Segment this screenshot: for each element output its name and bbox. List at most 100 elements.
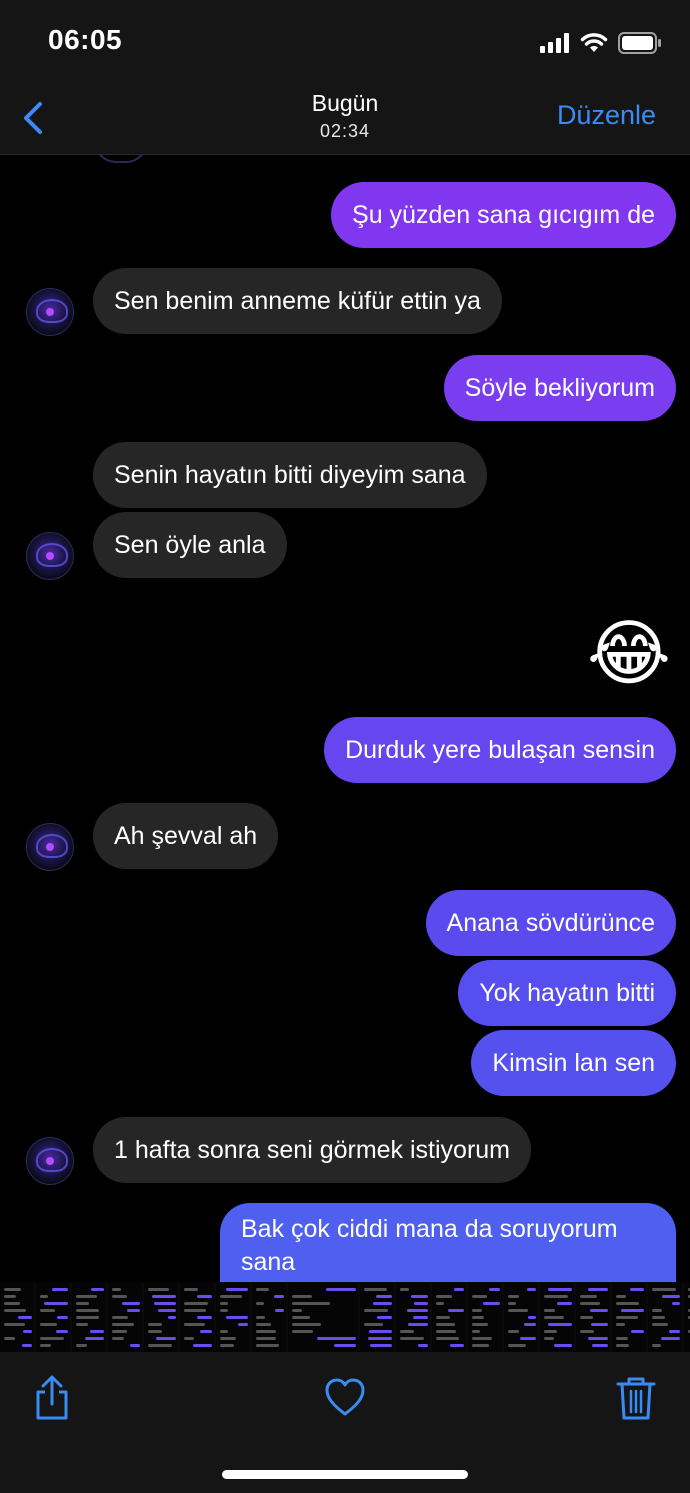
- thumbnail-line: [52, 1288, 68, 1291]
- thumbnail-line: [56, 1330, 68, 1333]
- battery-icon: [618, 32, 661, 54]
- thumbnail-line: [418, 1344, 428, 1347]
- laughing-emoji: 😂: [586, 614, 672, 694]
- thumbnail-line: [489, 1288, 500, 1291]
- thumbnail-line: [158, 1309, 176, 1312]
- thumbnail-line: [220, 1337, 236, 1340]
- thumbnail[interactable]: [648, 1282, 682, 1352]
- avatar: [26, 532, 74, 580]
- thumbnail-line: [370, 1344, 392, 1347]
- thumbnail[interactable]: [36, 1282, 70, 1352]
- thumbnail-strip[interactable]: [0, 1282, 690, 1352]
- thumbnail-line: [184, 1309, 206, 1312]
- thumbnail-line: [256, 1330, 276, 1333]
- share-icon[interactable]: [30, 1374, 74, 1422]
- thumbnail-line: [590, 1309, 608, 1312]
- thumbnail[interactable]: [612, 1282, 646, 1352]
- status-bar: 06:05: [0, 0, 690, 84]
- thumbnail[interactable]: [432, 1282, 466, 1352]
- thumbnail-line: [40, 1344, 51, 1347]
- thumbnail-line: [90, 1330, 104, 1333]
- thumbnail-line: [256, 1323, 271, 1326]
- thumbnail-line: [256, 1316, 265, 1319]
- thumbnail-line: [544, 1337, 554, 1340]
- thumbnail-line: [238, 1323, 248, 1326]
- thumbnail-line: [326, 1288, 356, 1291]
- home-indicator[interactable]: [222, 1470, 468, 1479]
- thumbnail[interactable]: [468, 1282, 502, 1352]
- thumbnail[interactable]: [144, 1282, 178, 1352]
- thumbnail[interactable]: [540, 1282, 574, 1352]
- edit-button[interactable]: Düzenle: [557, 100, 656, 131]
- thumbnail-line: [436, 1337, 459, 1340]
- message-outgoing: Şu yüzden sana gıcıgım de: [331, 182, 676, 248]
- thumbnail-line: [472, 1295, 487, 1298]
- thumbnail-line: [450, 1344, 464, 1347]
- thumbnail-line: [256, 1288, 269, 1291]
- thumbnail-line: [274, 1295, 284, 1298]
- thumbnail-line: [122, 1302, 140, 1305]
- thumbnail-line: [508, 1302, 516, 1305]
- thumbnail[interactable]: [0, 1282, 34, 1352]
- thumbnail-line: [508, 1309, 528, 1312]
- thumbnail-line: [152, 1295, 176, 1298]
- thumbnail[interactable]: [396, 1282, 430, 1352]
- thumbnail-line: [592, 1344, 608, 1347]
- thumbnail-line: [472, 1330, 480, 1333]
- thumbnail-line: [652, 1344, 661, 1347]
- thumbnail-line: [292, 1330, 313, 1333]
- wifi-icon: [580, 33, 608, 52]
- thumbnail-line: [220, 1309, 228, 1312]
- thumbnail[interactable]: [108, 1282, 142, 1352]
- message-incoming: Senin hayatın bitti diyeyim sana: [93, 442, 487, 508]
- thumbnail-line: [292, 1309, 302, 1312]
- thumbnail-line: [168, 1316, 176, 1319]
- thumbnail-line: [4, 1337, 15, 1340]
- thumbnail-line: [413, 1316, 428, 1319]
- thumbnail-line: [616, 1344, 629, 1347]
- thumbnail-line: [544, 1295, 568, 1298]
- thumbnail-line: [148, 1344, 172, 1347]
- thumbnail-line: [220, 1344, 234, 1347]
- thumbnail-line: [334, 1344, 356, 1347]
- thumbnail-line: [373, 1302, 392, 1305]
- thumbnail[interactable]: [360, 1282, 394, 1352]
- thumbnail-line: [448, 1309, 464, 1312]
- thumbnail-line: [256, 1344, 279, 1347]
- thumbnail[interactable]: [180, 1282, 214, 1352]
- thumbnail-line: [472, 1344, 489, 1347]
- thumbnail-line: [112, 1316, 128, 1319]
- thumbnail[interactable]: [576, 1282, 610, 1352]
- thumbnail-line: [40, 1323, 57, 1326]
- thumbnail-line: [44, 1302, 68, 1305]
- thumbnail[interactable]: [252, 1282, 286, 1352]
- thumbnail-line: [197, 1316, 212, 1319]
- heart-icon[interactable]: [323, 1374, 367, 1422]
- thumbnail[interactable]: [504, 1282, 538, 1352]
- thumbnail-line: [256, 1302, 264, 1305]
- thumbnail[interactable]: [288, 1282, 358, 1352]
- thumbnail-line: [226, 1288, 248, 1291]
- thumbnail-line: [76, 1323, 88, 1326]
- thumbnail-line: [621, 1309, 644, 1312]
- thumbnail-line: [317, 1337, 356, 1340]
- thumbnail-line: [40, 1309, 55, 1312]
- status-time: 06:05: [48, 24, 123, 55]
- thumbnail-line: [76, 1344, 87, 1347]
- trash-icon[interactable]: [614, 1374, 658, 1422]
- thumbnail-line: [148, 1288, 169, 1291]
- thumbnail-line: [292, 1302, 330, 1305]
- thumbnail-line: [76, 1316, 99, 1319]
- thumbnail-line: [436, 1295, 452, 1298]
- thumbnail-line: [23, 1330, 32, 1333]
- thumbnail[interactable]: [216, 1282, 250, 1352]
- thumbnail-line: [193, 1344, 212, 1347]
- thumbnail-line: [580, 1295, 597, 1298]
- thumbnail-line: [369, 1330, 392, 1333]
- thumbnail-line: [616, 1302, 639, 1305]
- thumbnail-line: [436, 1316, 450, 1319]
- thumbnail-line: [85, 1337, 104, 1340]
- thumbnail[interactable]: [684, 1282, 690, 1352]
- thumbnail[interactable]: [72, 1282, 106, 1352]
- thumbnail-line: [4, 1309, 26, 1312]
